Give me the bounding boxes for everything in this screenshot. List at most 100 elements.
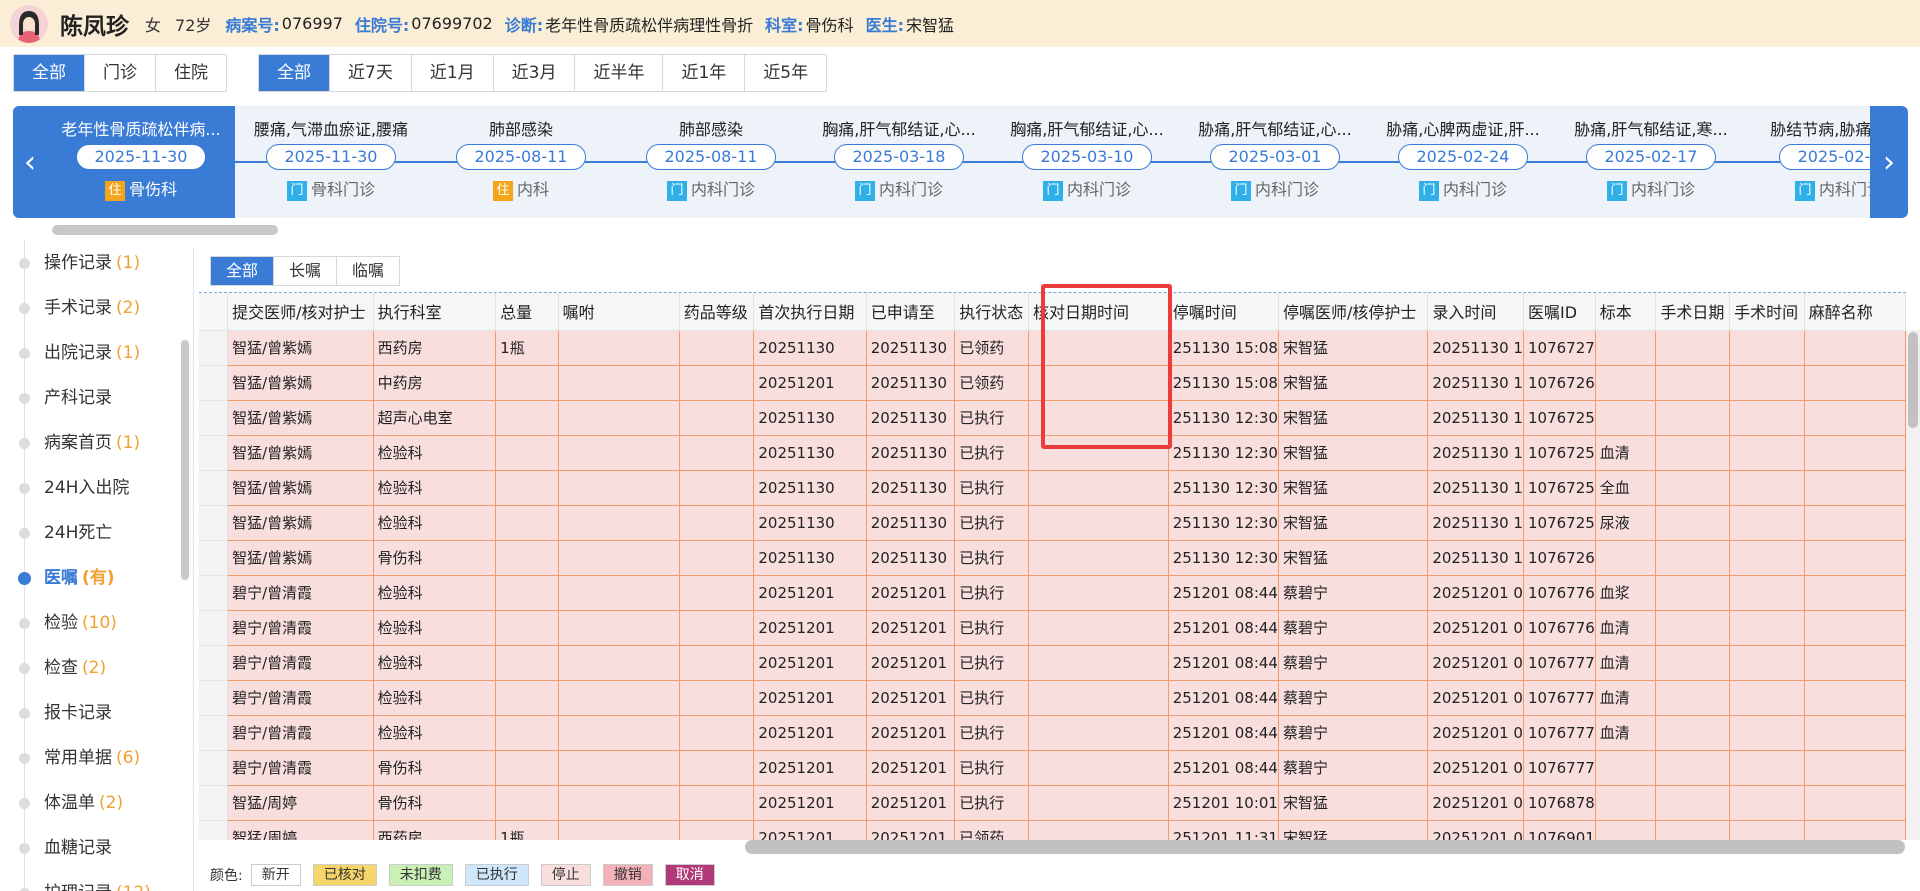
column-header[interactable]: 总量 [495,293,559,331]
period-7d[interactable]: 近7天 [330,55,412,91]
table-cell: 宋智猛 [1278,505,1429,541]
tab-all-orders[interactable]: 全部 [211,257,275,285]
nav-item[interactable]: 常用单据 (6) [0,743,180,773]
legend-label: 颜色: [210,868,243,884]
table-cell [1028,610,1169,646]
table-vertical-scrollbar[interactable] [1906,330,1920,840]
timeline-item[interactable]: 肺部感染 2025-08-11 门内科门诊 [617,106,805,218]
timeline-item[interactable]: 胸痛,肝气郁结证,心... 2025-03-10 门内科门诊 [993,106,1181,218]
table-cell: 检验科 [373,575,497,611]
divider [193,248,194,891]
table-cell: 检验科 [373,680,497,716]
table-cell: 20251201 [866,785,956,821]
table-horizontal-scrollbar[interactable] [745,840,1905,854]
table-cell: 蔡碧宁 [1278,750,1429,786]
column-header[interactable]: 手术时间 [1729,293,1805,331]
table-row[interactable]: 碧宁/曾清霞 检验科 20251201 20251201 已执行 251201 08:44… [199,680,1906,716]
table-cell [1804,645,1906,681]
column-header[interactable]: 首次执行日期 [753,293,867,331]
table-row[interactable]: 智猛/周婷 西药房 1瓶 20251201 20251201 已领药 251201 11:3… [199,820,1906,840]
table-row[interactable]: 智猛/曾紫嫣 骨伤科 20251130 20251130 已执行 251130 12:30… [199,540,1906,576]
timeline-item[interactable]: 老年性骨质疏松伴病... 2025-11-30 住骨伤科 [47,106,235,218]
table-cell: 1076726 [1523,365,1596,401]
table-cell: 已执行 [954,645,1029,681]
nav-item[interactable]: 报卡记录 [0,698,180,728]
visit-diagnosis: 老年性骨质疏松伴病... [61,120,221,138]
column-header[interactable]: 提交医师/核对护士 [227,293,374,331]
table-cell: 251201 08:44 [1168,645,1279,681]
period-3m[interactable]: 近3月 [494,55,576,91]
column-header[interactable]: 药品等级 [679,293,755,331]
tab-long-term-orders[interactable]: 长嘱 [274,257,338,285]
period-1y[interactable]: 近1年 [663,55,746,91]
nav-count: (12) [116,883,151,891]
timeline-item[interactable]: 肺部感染 2025-08-11 住内科 [427,106,615,218]
column-header[interactable]: 嘱咐 [558,293,680,331]
chevron-left-icon[interactable]: ‹ [13,106,47,218]
nav-scrollbar[interactable] [181,340,189,580]
column-header[interactable]: 录入时间 [1427,293,1524,331]
table-row[interactable]: 智猛/曾紫嫣 检验科 20251130 20251130 已执行 251130 12:30… [199,505,1906,541]
nav-item[interactable]: 医嘱 (有) [0,563,180,593]
chevron-right-icon[interactable]: › [1870,106,1908,218]
table-row[interactable]: 碧宁/曾清霞 检验科 20251201 20251201 已执行 251201 08:44… [199,645,1906,681]
nav-item[interactable]: 操作记录 (1) [0,248,180,278]
table-cell [1028,470,1169,506]
table-cell: 20251130 [753,505,867,541]
column-header[interactable]: 麻醉名称 [1804,293,1906,331]
scroll-thumb[interactable] [1908,332,1918,428]
table-row[interactable]: 碧宁/曾清霞 检验科 20251201 20251201 已执行 251201 08:44… [199,715,1906,751]
timeline-item[interactable]: 胁痛,肝气郁结证,寒... 2025-02-17 门内科门诊 [1557,106,1745,218]
table-row[interactable]: 碧宁/曾清霞 骨伤科 20251201 20251201 已执行 251201 08:44… [199,750,1906,786]
table-row[interactable]: 碧宁/曾清霞 检验科 20251201 20251201 已执行 251201 08:44… [199,610,1906,646]
table-cell [1655,400,1731,436]
nav-item[interactable]: 24H死亡 [0,518,180,548]
column-header[interactable]: 执行状态 [954,293,1029,331]
table-cell: 20251201 [866,645,956,681]
timeline-item[interactable]: 腰痛,气滞血瘀证,腰痛 2025-11-30 门骨科门诊 [237,106,425,218]
column-header[interactable]: 已申请至 [866,293,956,331]
tab-temporary-orders[interactable]: 临嘱 [337,257,399,285]
visit-diagnosis: 胁痛,肝气郁结证,寒... [1574,120,1728,138]
nav-item[interactable]: 体温单 (2) [0,788,180,818]
nav-item[interactable]: 血糖记录 [0,833,180,863]
table-cell: 1076777 [1523,715,1596,751]
table-cell: 宋智猛 [1278,400,1429,436]
timeline-item[interactable]: 胁痛,心脾两虚证,肝... 2025-02-24 门内科门诊 [1369,106,1557,218]
filter-outpatient[interactable]: 门诊 [85,55,156,91]
nav-item[interactable]: 出院记录 (1) [0,338,180,368]
column-header[interactable]: 标本 [1595,293,1657,331]
nav-item[interactable]: 手术记录 (2) [0,293,180,323]
filter-all-visits[interactable]: 全部 [14,55,85,91]
nav-count: (2) [99,793,124,813]
nav-item[interactable]: 24H入出院 [0,473,180,503]
table-row[interactable]: 智猛/周婷 骨伤科 20251201 20251201 已执行 251201 10:01 宋… [199,785,1906,821]
nav-item[interactable]: 检查 (2) [0,653,180,683]
period-1m[interactable]: 近1月 [412,55,494,91]
column-header[interactable]: 停嘱医师/核停护士 [1278,293,1429,331]
timeline-scrollbar[interactable] [52,225,278,235]
column-header[interactable]: 执行科室 [373,293,497,331]
period-5y[interactable]: 近5年 [745,55,826,91]
patient-gender: 女 [145,15,162,35]
table-row[interactable]: 碧宁/曾清霞 检验科 20251201 20251201 已执行 251201 08:44… [199,575,1906,611]
nav-item[interactable]: 检验 (10) [0,608,180,638]
table-cell: 血清 [1595,645,1657,681]
period-all[interactable]: 全部 [259,55,330,91]
table-row[interactable]: 智猛/曾紫嫣 检验科 20251130 20251130 已执行 251130 12:30… [199,470,1906,506]
column-header[interactable]: 停嘱时间 [1168,293,1279,331]
timeline-item[interactable]: 胁痛,肝气郁结证,心... 2025-03-01 门内科门诊 [1181,106,1369,218]
timeline-item[interactable]: 胸痛,肝气郁结证,心... 2025-03-18 门内科门诊 [805,106,993,218]
column-header[interactable]: 医嘱ID [1523,293,1596,331]
filter-inpatient[interactable]: 住院 [156,55,226,91]
table-cell: 骨伤科 [373,785,497,821]
nav-item[interactable]: 护理记录(12) [0,878,180,891]
column-header[interactable] [199,293,229,331]
color-legend: 颜色: 新开 已核对 未扣费 已执行 停止 撤销 取消 [210,864,727,886]
nav-item[interactable]: 病案首页 (1) [0,428,180,458]
nav-item[interactable]: 产科记录 [0,383,180,413]
visit-diagnosis: 肺部感染 [488,120,553,138]
column-header[interactable]: 手术日期 [1655,293,1731,331]
table-cell: 西药房 [373,820,497,840]
period-6m[interactable]: 近半年 [575,55,664,91]
